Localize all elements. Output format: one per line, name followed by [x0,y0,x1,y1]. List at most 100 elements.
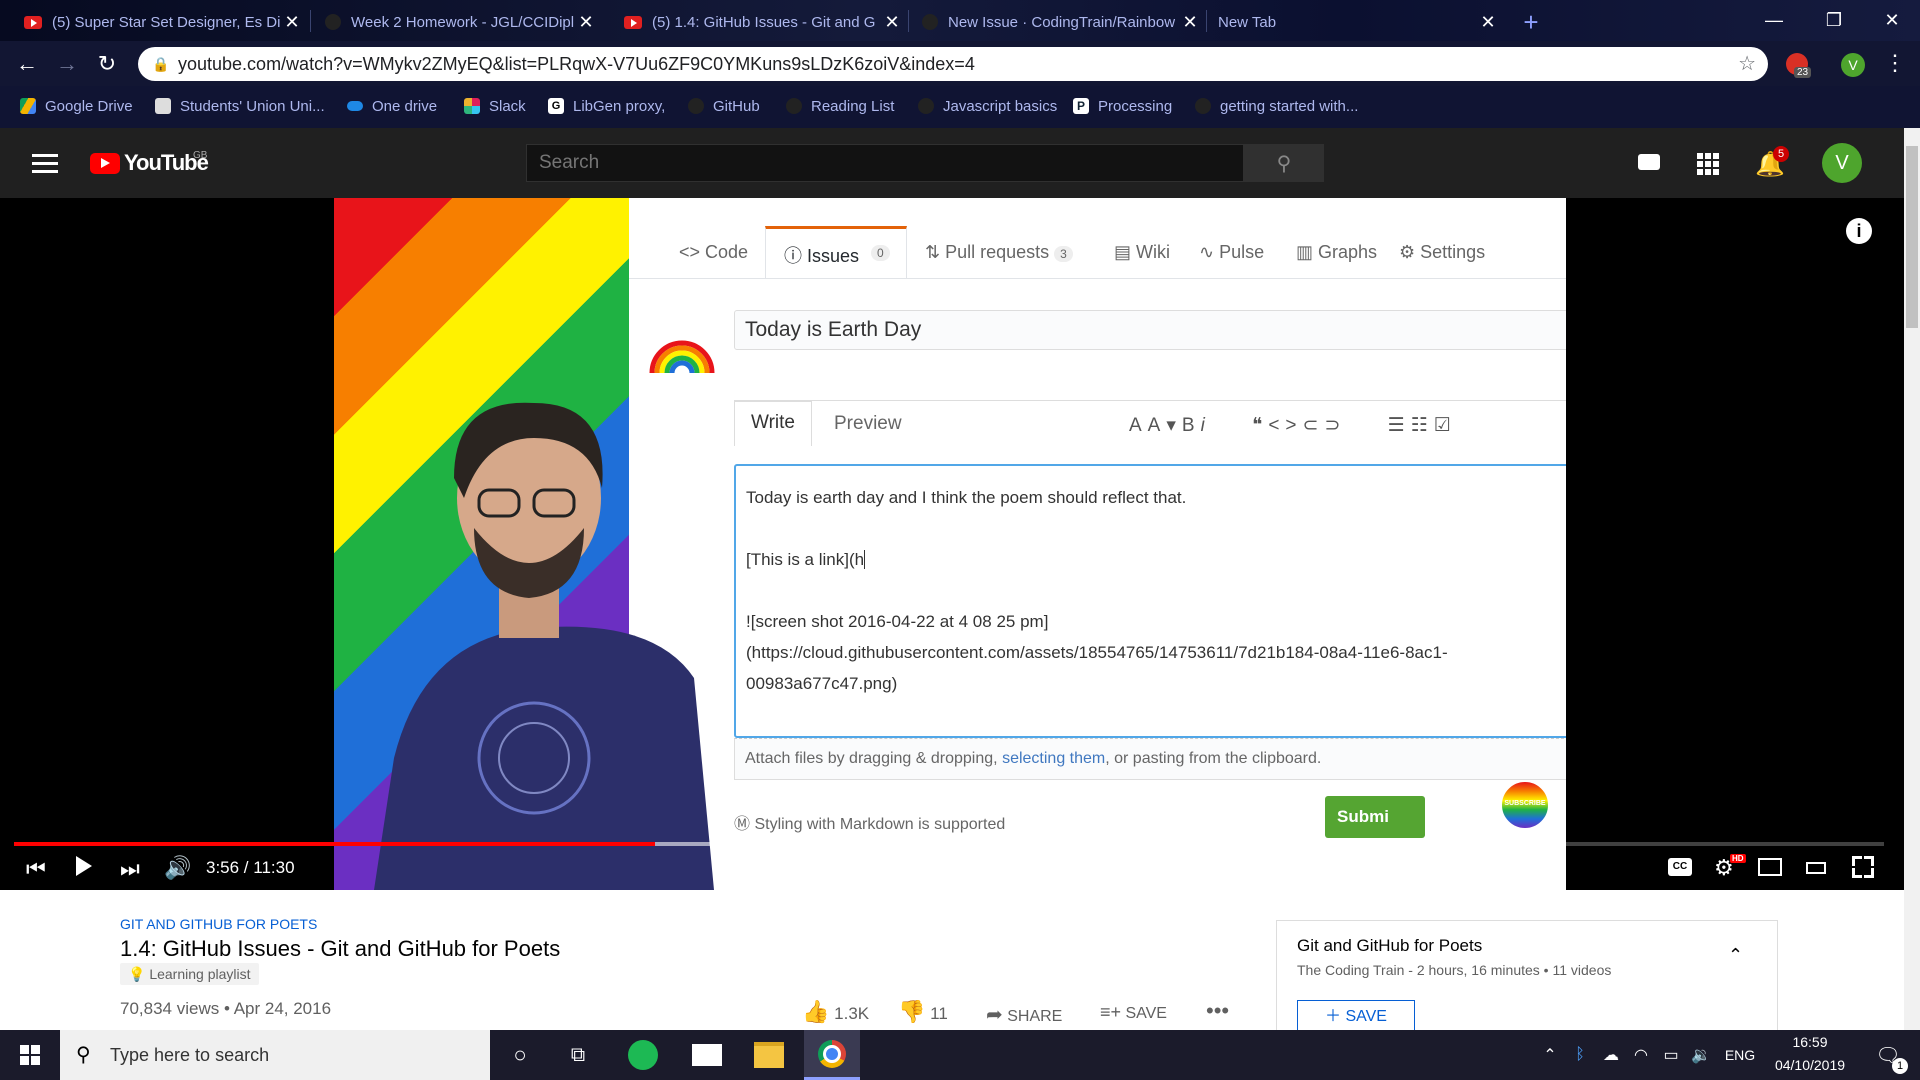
youtube-logo-icon[interactable] [90,153,120,174]
issue-body-textarea[interactable]: Today is earth day and I think the poem … [734,464,1566,738]
browser-tab-active[interactable]: (5) 1.4: GitHub Issues - Git and G ✕ [614,4,904,40]
cortana-icon[interactable]: ○ [498,1030,542,1080]
spotify-icon[interactable] [618,1030,668,1080]
bookmark-one-drive[interactable]: One drive [347,92,437,120]
previous-icon[interactable]: ⏮ [26,856,46,882]
processing-icon: P [1073,98,1089,114]
profile-avatar[interactable]: V [1841,53,1865,77]
volume-icon[interactable]: 🔊 [164,855,191,881]
repo-tab-pulse[interactable]: ∿ Pulse [1199,242,1264,263]
reload-icon[interactable]: ↻ [92,49,122,79]
quote-icon[interactable]: ❝ [1252,415,1268,436]
bookmark-google-drive[interactable]: Google Drive [20,92,133,120]
windows-start-icon[interactable] [0,1030,60,1080]
repo-tab-pull-requests[interactable]: ⇅ Pull requests 3 [925,242,1073,263]
bookmark-libgen[interactable]: G LibGen proxy, [548,92,665,120]
subscribe-watermark[interactable]: SUBSCRIBE [1500,780,1550,830]
playlist-title[interactable]: Git and GitHub for Poets [1297,936,1482,956]
new-tab-button[interactable]: + [1518,4,1544,40]
github-icon [918,98,934,114]
tab-divider [908,10,909,32]
playlist-save-button[interactable]: ＋ SAVE [1297,1000,1415,1034]
close-tab-icon[interactable]: ✕ [280,12,304,33]
close-tab-icon[interactable]: ✕ [574,12,598,33]
italic-icon[interactable]: i [1201,415,1211,436]
attach-files-bar[interactable]: Attach files by dragging & dropping, sel… [734,738,1566,780]
browser-menu-icon[interactable]: ⋮ [1884,50,1906,76]
fullscreen-icon[interactable] [1852,856,1874,878]
play-icon[interactable] [76,856,92,876]
bookmark-slack[interactable]: Slack [464,92,526,120]
bold-icon[interactable]: B [1182,415,1201,436]
more-actions-icon[interactable]: ••• [1206,998,1229,1024]
task-list-icon[interactable]: ☑ [1434,415,1457,436]
create-video-icon[interactable] [1638,154,1660,170]
maximize-icon[interactable]: ❐ [1806,0,1862,41]
scrollbar-thumb[interactable] [1906,146,1918,328]
info-card-icon[interactable]: i [1846,218,1872,244]
file-explorer-icon[interactable] [744,1030,794,1080]
like-button[interactable]: 👍 1.3K [802,999,869,1025]
text-size-icon[interactable]: AA▾ [1129,415,1182,436]
forward-icon[interactable]: → [52,49,82,79]
save-button[interactable]: ≡+ SAVE [1100,1002,1167,1023]
address-bar[interactable]: 🔒 youtube.com/watch?v=WMykv2ZMyEQ&list=P… [138,47,1768,81]
browser-tab[interactable]: New Tab ✕ [1210,4,1500,40]
back-icon[interactable]: ← [12,49,42,79]
miniplayer-icon[interactable] [1758,858,1782,876]
account-avatar[interactable]: V [1822,143,1862,183]
speaker-icon[interactable]: 🔉 [1688,1030,1714,1080]
collapse-chevron-icon[interactable]: ⌃ [1728,945,1743,966]
bookmark-github[interactable]: GitHub [688,92,760,120]
browser-tab[interactable]: Week 2 Homework - JGL/CCIDipl ✕ [315,4,598,40]
numbered-list-icon[interactable]: ☷ [1411,415,1434,436]
language-indicator[interactable]: ENG [1720,1030,1760,1080]
bookmark-students-union[interactable]: Students' Union Uni... [155,92,325,120]
browser-tab[interactable]: New Issue · CodingTrain/Rainbow ✕ [912,4,1202,40]
task-view-icon[interactable]: ⧉ [556,1030,600,1080]
dislike-button[interactable]: 👎 11 [898,999,948,1025]
mail-icon[interactable] [682,1030,732,1080]
preview-tab[interactable]: Preview [834,413,902,435]
wifi-icon[interactable]: ◠ [1628,1030,1654,1080]
show-hidden-icons-chevron[interactable]: ⌃ [1538,1030,1562,1080]
apps-grid-icon[interactable] [1697,153,1719,175]
chrome-taskbar-icon[interactable] [804,1030,860,1080]
close-tab-icon[interactable]: ✕ [1178,12,1202,33]
bookmark-javascript-basics[interactable]: Javascript basics [918,92,1057,120]
close-window-icon[interactable]: ✕ [1864,0,1920,41]
captions-icon[interactable]: CC [1668,858,1692,876]
taskbar-date[interactable]: 04/10/2019 [1765,1057,1855,1073]
bluetooth-icon[interactable]: ᛒ [1568,1030,1592,1080]
bookmark-reading-list[interactable]: Reading List [786,92,894,120]
browser-tab[interactable]: (5) Super Star Set Designer, Es Di ✕ [14,4,304,40]
minimize-icon[interactable]: — [1746,0,1802,41]
search-button[interactable]: ⚲ [1244,144,1324,182]
next-icon[interactable]: ⏭ [120,856,140,882]
bookmark-star-icon[interactable]: ☆ [1738,47,1756,81]
repo-tab-wiki[interactable]: ▤ Wiki [1114,242,1170,263]
code-icon[interactable]: <> [1268,415,1302,436]
issue-title-input[interactable] [734,310,1566,350]
onedrive-cloud-icon[interactable]: ☁ [1598,1030,1624,1080]
link-icon[interactable]: ⊂⊃ [1303,415,1347,436]
battery-icon[interactable]: ▭ [1658,1030,1684,1080]
bookmark-getting-started[interactable]: getting started with... [1195,92,1358,120]
share-button[interactable]: ➦ SHARE [986,1002,1062,1027]
hamburger-menu-icon[interactable] [32,152,58,174]
close-tab-icon[interactable]: ✕ [880,12,904,33]
issues-count: 0 [871,245,890,261]
playlist-tag-link[interactable]: GIT AND GITHUB FOR POETS [120,916,317,932]
selecting-them-link[interactable]: selecting them [1002,750,1105,767]
video-frame[interactable]: <> Code ⓘ Issues 0 ⇅ Pull requests 3 ▤ W… [334,198,1566,890]
youtube-search-input[interactable] [526,144,1244,182]
repo-tab-graphs[interactable]: ▥ Graphs [1296,242,1377,263]
taskbar-search-box[interactable]: ⚲ Type here to search [60,1030,490,1080]
repo-tab-settings[interactable]: ⚙ Settings [1399,242,1485,263]
close-tab-icon[interactable]: ✕ [1476,12,1500,33]
submit-issue-button[interactable]: Submi [1325,796,1425,838]
bookmark-processing[interactable]: P Processing [1073,92,1172,120]
theater-mode-icon[interactable] [1806,862,1826,874]
bullet-list-icon[interactable]: ☰ [1388,415,1411,436]
taskbar-clock[interactable]: 16:59 [1770,1034,1850,1050]
